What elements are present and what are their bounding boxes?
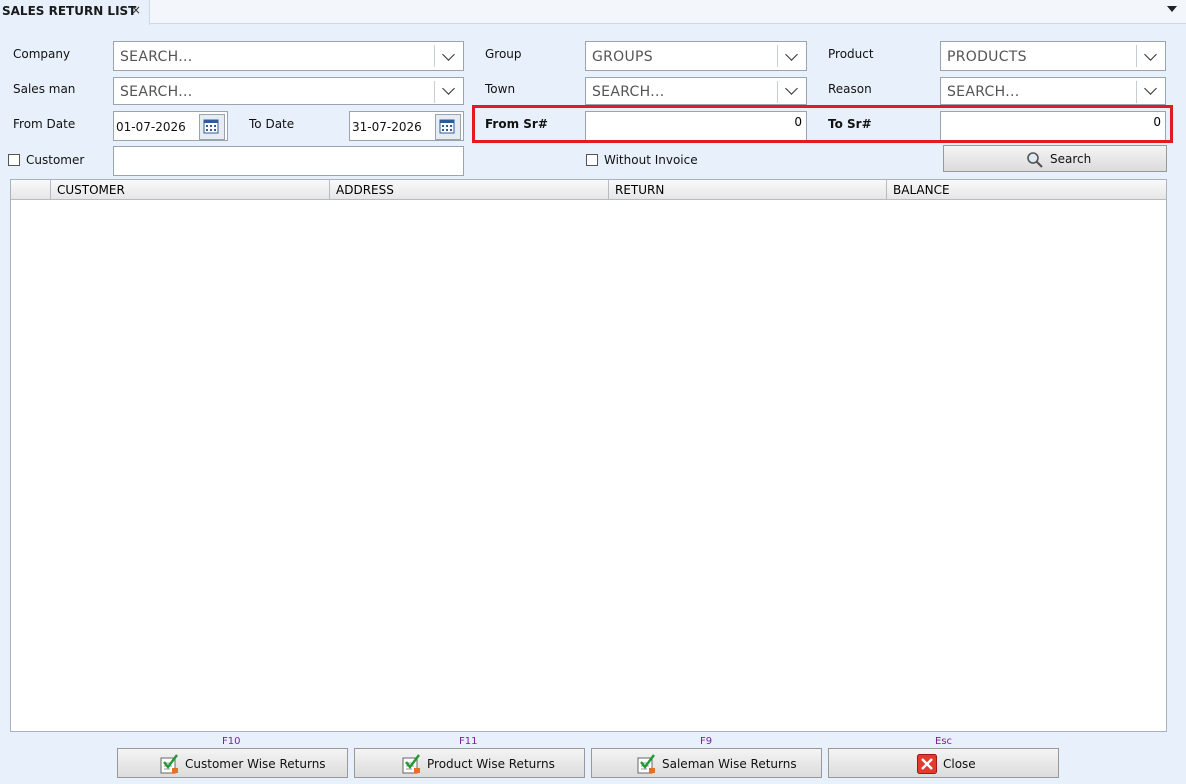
product-label: Product [828, 47, 874, 61]
chevron-down-icon [442, 48, 455, 61]
salesman-value: SEARCH... [120, 84, 193, 100]
chevron-down-icon [442, 82, 455, 95]
product-wise-returns-button[interactable]: Product Wise Returns [354, 748, 585, 778]
group-combo[interactable]: GROUPS [585, 41, 807, 71]
group-value: GROUPS [592, 49, 653, 65]
company-label: Company [13, 47, 71, 61]
sales-return-grid[interactable]: CUSTOMER ADDRESS RETURN BALANCE [10, 179, 1167, 732]
search-button[interactable]: Search [943, 145, 1167, 172]
customer-wise-returns-label: Customer Wise Returns [185, 757, 326, 771]
town-combo[interactable]: SEARCH... [585, 77, 807, 105]
reason-value: SEARCH... [947, 84, 1020, 100]
shortcut-key-f9: F9 [700, 736, 713, 747]
product-combo[interactable]: PRODUCTS [940, 41, 1166, 71]
group-label: Group [485, 47, 522, 61]
town-value: SEARCH... [592, 84, 665, 100]
shortcut-key-f11: F11 [459, 736, 478, 747]
from-date-label: From Date [13, 117, 76, 131]
chevron-down-icon [785, 82, 798, 95]
product-wise-returns-label: Product Wise Returns [427, 757, 555, 771]
tab-sales-return-list[interactable]: SALES RETURN LIST × [0, 0, 150, 25]
salesman-combo[interactable]: SEARCH... [113, 77, 464, 105]
close-icon[interactable]: × [131, 3, 141, 17]
saleman-wise-returns-button[interactable]: Saleman Wise Returns [591, 748, 822, 778]
reason-combo[interactable]: SEARCH... [940, 77, 1166, 105]
tab-strip [0, 0, 1186, 24]
without-invoice-label: Without Invoice [604, 153, 698, 167]
saleman-wise-returns-label: Saleman Wise Returns [662, 757, 797, 771]
town-label: Town [485, 82, 516, 96]
report-check-icon [635, 753, 657, 778]
sr-range-highlight [472, 105, 1173, 143]
without-invoice-checkbox[interactable] [586, 154, 598, 166]
close-icon [917, 754, 937, 777]
chevron-down-icon [785, 48, 798, 61]
shortcut-key-f10: F10 [222, 736, 241, 747]
search-button-label: Search [1050, 152, 1092, 166]
customer-label: Customer [26, 153, 85, 167]
calendar-icon[interactable] [199, 114, 225, 140]
company-value: SEARCH... [120, 49, 193, 65]
dropdown-arrow-icon[interactable] [1167, 6, 1177, 12]
reason-label: Reason [828, 82, 872, 96]
chevron-down-icon [1144, 48, 1157, 61]
product-value: PRODUCTS [947, 49, 1027, 65]
search-icon [1026, 151, 1044, 172]
grid-header: CUSTOMER ADDRESS RETURN BALANCE [11, 180, 1166, 200]
column-header-address[interactable]: ADDRESS [329, 180, 609, 200]
shortcut-key-esc: Esc [935, 736, 953, 747]
column-header-return[interactable]: RETURN [608, 180, 887, 200]
to-date-value: 31-07-2026 [352, 120, 422, 134]
close-button[interactable]: Close [828, 748, 1059, 778]
close-button-label: Close [943, 757, 976, 771]
calendar-icon[interactable] [435, 114, 461, 140]
column-header-balance[interactable]: BALANCE [886, 180, 1166, 200]
report-check-icon [400, 753, 422, 778]
to-date-label: To Date [249, 117, 295, 131]
from-date-value: 01-07-2026 [116, 120, 186, 134]
customer-wise-returns-button[interactable]: Customer Wise Returns [117, 748, 348, 778]
customer-checkbox[interactable] [8, 154, 20, 166]
salesman-label: Sales man [13, 82, 76, 96]
from-date-picker[interactable]: 01-07-2026 [113, 111, 228, 141]
column-header-customer[interactable]: CUSTOMER [50, 180, 330, 200]
company-combo[interactable]: SEARCH... [113, 41, 464, 71]
chevron-down-icon [1144, 82, 1157, 95]
tab-title: SALES RETURN LIST [2, 4, 137, 18]
report-check-icon [158, 753, 180, 778]
to-date-picker[interactable]: 31-07-2026 [349, 111, 464, 141]
customer-input[interactable] [113, 146, 464, 176]
